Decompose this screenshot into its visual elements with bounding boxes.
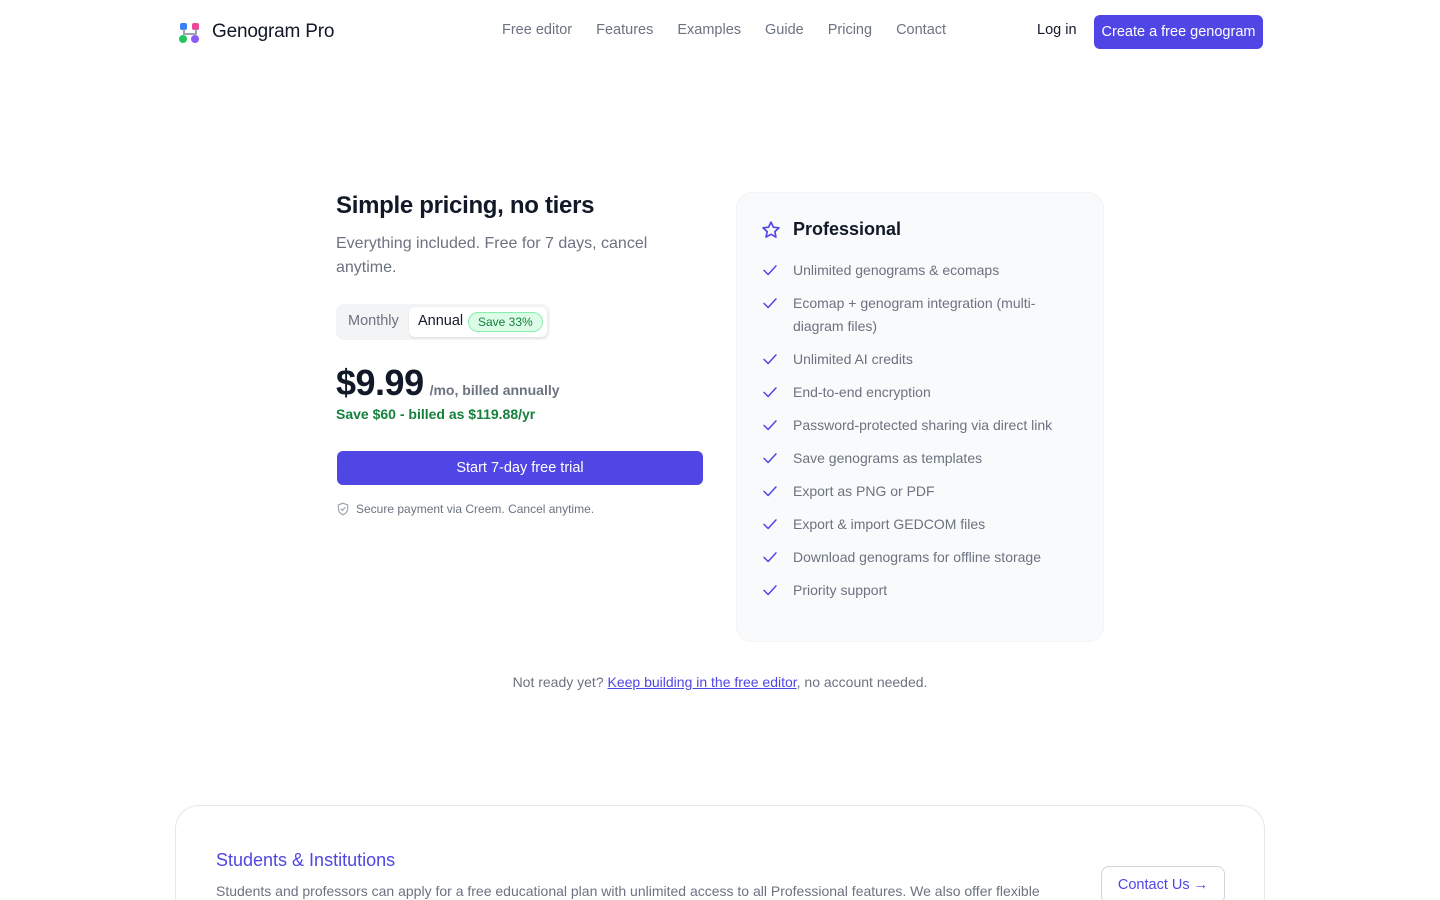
feature-text: Priority support	[793, 582, 888, 598]
feature-item: Save genograms as templates	[761, 449, 1081, 470]
toggle-annual[interactable]: Annual Save 33%	[409, 307, 547, 337]
feature-item: Unlimited genograms & ecomaps	[761, 261, 1081, 282]
feature-item: Ecomap + genogram integration (multi-dia…	[761, 294, 1081, 338]
feature-item: Download genograms for offline storage	[761, 548, 1081, 569]
free-editor-note: Not ready yet? Keep building in the free…	[0, 674, 1440, 690]
price-amount: $9.99	[336, 362, 424, 403]
feature-item: Export as PNG or PDF	[761, 482, 1081, 503]
genogram-logo-icon	[178, 20, 202, 44]
main-nav: Free editor Features Examples Guide Pric…	[502, 22, 946, 38]
students-institutions-section: Students & Institutions Students and pro…	[175, 805, 1265, 900]
check-icon	[763, 585, 777, 596]
billing-toggle: Monthly Annual Save 33%	[336, 304, 550, 340]
feature-text: Download genograms for offline storage	[793, 549, 1042, 565]
create-genogram-button[interactable]: Create a free genogram	[1094, 15, 1263, 49]
check-icon	[763, 265, 777, 276]
toggle-monthly[interactable]: Monthly	[348, 313, 399, 329]
feature-text: Unlimited genograms & ecomaps	[793, 262, 1000, 278]
feature-text: Export as PNG or PDF	[793, 483, 935, 499]
login-link[interactable]: Log in	[1037, 22, 1077, 38]
nav-examples[interactable]: Examples	[677, 22, 741, 38]
price-unit: /mo, billed annually	[429, 382, 560, 398]
students-text: Students and professors can apply for a …	[216, 883, 1040, 899]
check-icon	[763, 519, 777, 530]
pricing-title: Simple pricing, no tiers	[336, 192, 595, 219]
feature-item: End-to-end encryption	[761, 383, 1081, 404]
pricing-subtitle: Everything included. Free for 7 days, ca…	[336, 235, 648, 276]
toggle-annual-label: Annual	[418, 313, 464, 329]
feature-text: Password-protected sharing via direct li…	[793, 417, 1053, 433]
feature-item: Unlimited AI credits	[761, 350, 1081, 371]
site-header: Genogram Pro Free editor Features Exampl…	[0, 0, 1440, 64]
feature-item: Password-protected sharing via direct li…	[761, 416, 1081, 437]
shield-check-icon	[337, 502, 349, 516]
not-ready-suffix: , no account needed.	[796, 674, 928, 690]
check-icon	[763, 354, 777, 365]
professional-plan-card: Professional Unlimited genograms & ecoma…	[736, 192, 1104, 642]
feature-text: End-to-end encryption	[793, 384, 931, 400]
check-icon	[763, 420, 777, 431]
check-icon	[763, 552, 777, 563]
plan-name: Professional	[793, 219, 902, 239]
nav-contact[interactable]: Contact	[896, 22, 946, 38]
price-row: $9.99 /mo, billed annually	[336, 362, 560, 404]
nav-free-editor[interactable]: Free editor	[502, 22, 572, 38]
check-icon	[763, 453, 777, 464]
free-editor-link[interactable]: Keep building in the free editor	[608, 674, 797, 690]
not-ready-prefix: Not ready yet?	[512, 674, 604, 690]
feature-text: Unlimited AI credits	[793, 351, 913, 367]
brand-name: Genogram Pro	[212, 21, 335, 42]
feature-item: Export & import GEDCOM files	[761, 515, 1081, 536]
save-badge: Save 33%	[468, 312, 543, 332]
nav-guide[interactable]: Guide	[765, 22, 804, 38]
logo-link[interactable]: Genogram Pro	[178, 20, 334, 44]
secure-note-text: Secure payment via Creem. Cancel anytime…	[356, 502, 595, 516]
feature-text: Export & import GEDCOM files	[793, 516, 986, 532]
plan-header: Professional	[761, 219, 901, 240]
students-title: Students & Institutions	[216, 850, 396, 870]
feature-item: Priority support	[761, 581, 1081, 602]
secure-payment-note: Secure payment via Creem. Cancel anytime…	[336, 502, 594, 516]
check-icon	[763, 298, 777, 309]
feature-text: Ecomap + genogram integration (multi-dia…	[793, 295, 1036, 334]
check-icon	[763, 486, 777, 497]
nav-features[interactable]: Features	[596, 22, 653, 38]
feature-text: Save genograms as templates	[793, 450, 983, 466]
star-icon	[762, 220, 780, 238]
feature-list: Unlimited genograms & ecomaps Ecomap + g…	[761, 261, 1081, 614]
price-savings: Save $60 - billed as $119.88/yr	[336, 406, 536, 422]
start-trial-button[interactable]: Start 7-day free trial	[337, 451, 703, 485]
check-icon	[763, 387, 777, 398]
contact-us-button[interactable]: Contact Us →	[1101, 866, 1225, 900]
nav-pricing[interactable]: Pricing	[828, 22, 872, 38]
